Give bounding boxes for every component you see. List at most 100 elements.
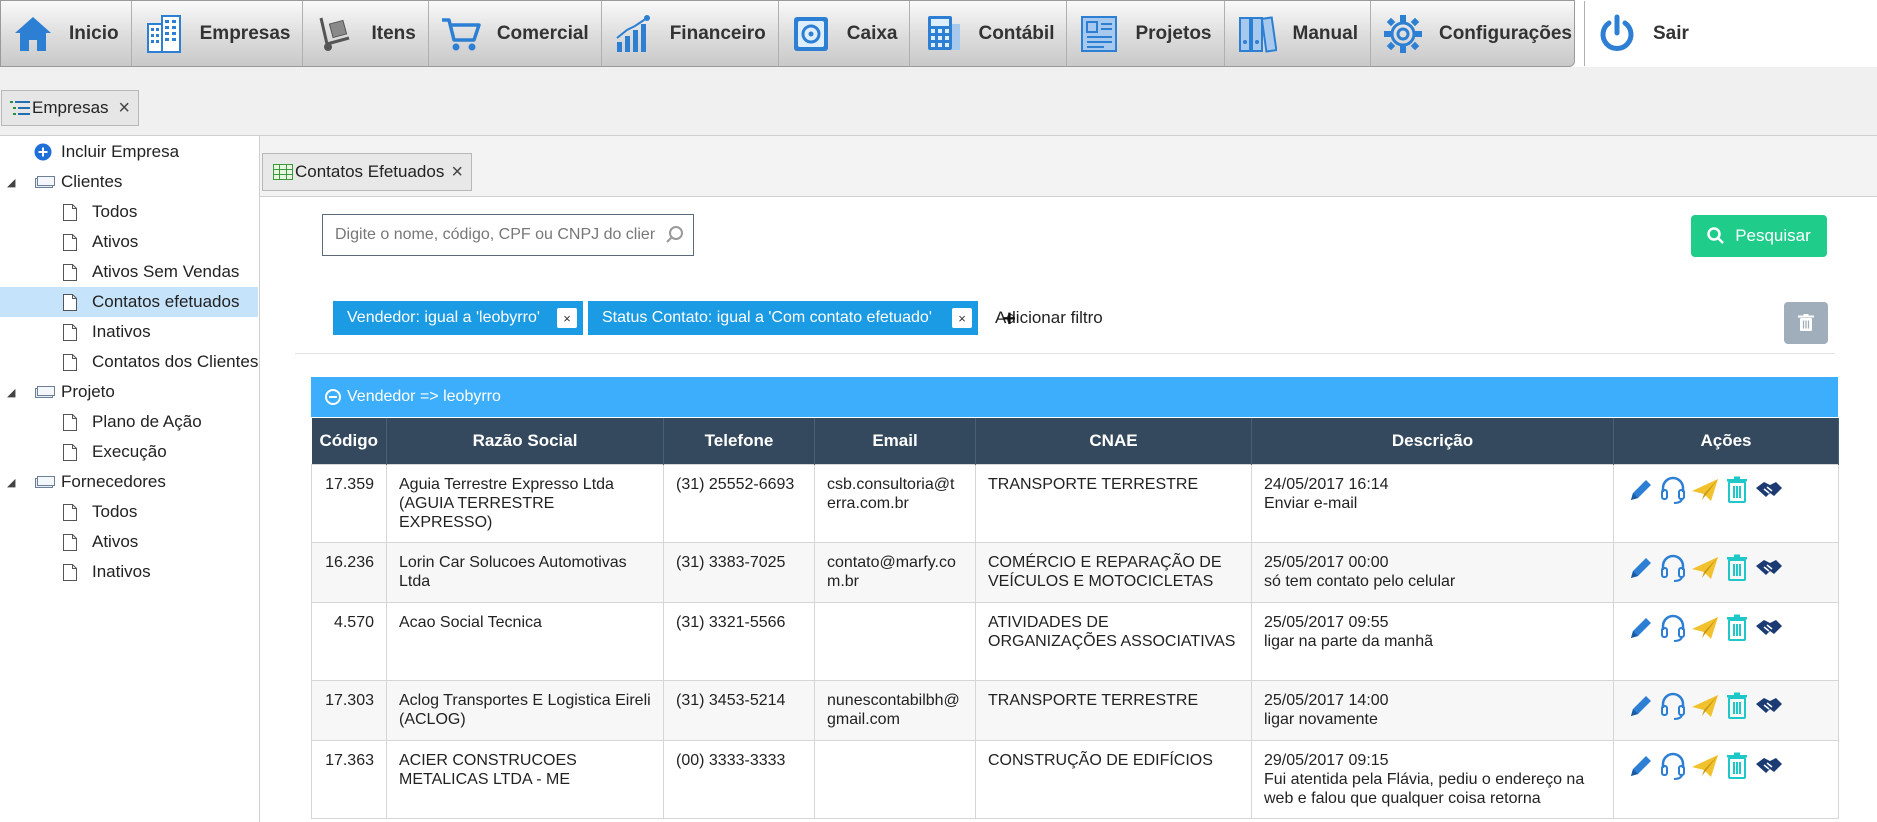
column-header[interactable]: Descrição xyxy=(1251,418,1614,465)
cell-descricao: 25/05/2017 00:00 só tem contato pelo celu… xyxy=(1251,542,1614,603)
sidebar-item-ativos-sem-vendas[interactable]: Ativos Sem Vendas xyxy=(0,257,258,287)
sidebar-item-plano-de-ação[interactable]: Plano de Ação xyxy=(0,407,258,437)
menu-manual[interactable]: Manual xyxy=(1225,1,1371,66)
sidebar-item-ativos[interactable]: Ativos xyxy=(0,227,258,257)
handshake-icon[interactable] xyxy=(1754,691,1784,721)
menu-financeiro[interactable]: Financeiro xyxy=(602,1,779,66)
column-header[interactable]: Razão Social xyxy=(386,418,664,465)
menu-projetos[interactable]: Projetos xyxy=(1067,1,1225,66)
trash-icon[interactable] xyxy=(1722,751,1752,781)
tab-contatos-efetuados[interactable]: Contatos Efetuados × xyxy=(262,153,472,191)
trash-icon[interactable] xyxy=(1722,475,1752,505)
edit-icon[interactable] xyxy=(1626,613,1656,643)
menu-caixa[interactable]: Caixa xyxy=(779,1,911,66)
edit-icon[interactable] xyxy=(1626,553,1656,583)
expand-arrow-icon[interactable]: ◢ xyxy=(7,386,15,399)
handshake-icon[interactable] xyxy=(1754,553,1784,583)
cell-descricao: 25/05/2017 14:00 ligar novamente xyxy=(1251,680,1614,741)
handshake-icon[interactable] xyxy=(1754,613,1784,643)
cell-email xyxy=(814,740,976,819)
table-row[interactable]: 4.570 Acao Social Tecnica (31) 3321-5566 AT… xyxy=(311,602,1839,681)
trash-icon[interactable] xyxy=(1722,691,1752,721)
search-icon[interactable] xyxy=(665,225,685,250)
filter-chip-label: Status Contato: igual a 'Com contato efe… xyxy=(602,309,932,326)
menu-comercial[interactable]: Comercial xyxy=(429,1,602,66)
cell-codigo: 17.363 xyxy=(311,740,387,819)
sidebar-group-projeto[interactable]: ◢ Projeto xyxy=(0,377,258,407)
close-tab-icon[interactable]: × xyxy=(451,161,463,184)
sidebar-item-inativos[interactable]: Inativos xyxy=(0,557,258,587)
remove-filter-icon[interactable]: × xyxy=(557,308,577,328)
menu-sair[interactable]: Sair xyxy=(1585,1,1701,66)
expand-arrow-icon[interactable]: ◢ xyxy=(7,176,15,189)
expand-arrow-icon[interactable]: ◢ xyxy=(7,476,15,489)
edit-icon[interactable] xyxy=(1626,691,1656,721)
column-header[interactable]: Código xyxy=(311,418,387,465)
cell-telefone: (00) 3333-3333 xyxy=(663,740,815,819)
sidebar-item-ativos[interactable]: Ativos xyxy=(0,527,258,557)
tab-empresas[interactable]: Empresas × xyxy=(1,90,139,126)
menu-label: Manual xyxy=(1292,22,1358,44)
headset-icon[interactable] xyxy=(1658,475,1688,505)
tree-item-label: Todos xyxy=(92,502,138,521)
headset-icon[interactable] xyxy=(1658,613,1688,643)
paper-plane-icon[interactable] xyxy=(1690,691,1720,721)
menu-empresas[interactable]: Empresas xyxy=(132,1,304,66)
sidebar-item-contatos-efetuados[interactable]: Contatos efetuados xyxy=(0,287,258,317)
cell-email xyxy=(814,602,976,681)
search-input[interactable] xyxy=(333,225,657,245)
menu-contabil[interactable]: Contábil xyxy=(910,1,1068,66)
sidebar-tree: Incluir Empresa ◢ Clientes Todos Ativos Ativo… xyxy=(0,136,260,822)
trash-icon[interactable] xyxy=(1722,553,1752,583)
sidebar-item-todos[interactable]: Todos xyxy=(0,497,258,527)
menu-configuracoes[interactable]: Configurações xyxy=(1371,1,1585,66)
tree-item-label: Contatos dos Clientes xyxy=(92,352,259,371)
paper-plane-icon[interactable] xyxy=(1690,475,1720,505)
column-header[interactable]: Telefone xyxy=(663,418,815,465)
sidebar-item-contatos-dos-clientes[interactable]: Contatos dos Clientes xyxy=(0,347,258,377)
trash-icon[interactable] xyxy=(1722,613,1752,643)
tree-item-label: Inativos xyxy=(92,322,151,341)
sidebar-item-execução[interactable]: Execução xyxy=(0,437,258,467)
group-header[interactable]: Vendedor => leobyrro xyxy=(311,377,1838,417)
headset-icon[interactable] xyxy=(1658,553,1688,583)
tree-item-label: Projeto xyxy=(61,382,115,401)
headset-icon[interactable] xyxy=(1658,751,1688,781)
menu-label: Sair xyxy=(1653,22,1689,44)
table-row[interactable]: 17.303 Aclog Transportes E Logistica Eire… xyxy=(311,680,1839,741)
column-header[interactable]: Ações xyxy=(1613,418,1839,465)
shopping-cart-icon xyxy=(439,12,483,56)
sidebar-group-fornecedores[interactable]: ◢ Fornecedores xyxy=(0,467,258,497)
menu-itens[interactable]: Itens xyxy=(303,1,429,66)
cell-razao-social: Lorin Car Solucoes Automotivas Ltda xyxy=(386,542,664,603)
menu-inicio[interactable]: Inicio xyxy=(1,1,132,66)
remove-filter-icon[interactable]: × xyxy=(952,308,972,328)
collapse-group-icon[interactable] xyxy=(325,389,341,405)
column-header[interactable]: Email xyxy=(814,418,976,465)
headset-icon[interactable] xyxy=(1658,691,1688,721)
home-icon xyxy=(11,12,55,56)
column-header[interactable]: CNAE xyxy=(975,418,1252,465)
contact-datetime: 25/05/2017 14:00 xyxy=(1264,692,1389,709)
sidebar-group-clientes[interactable]: ◢ Clientes xyxy=(0,167,258,197)
handshake-icon[interactable] xyxy=(1754,751,1784,781)
sidebar-item-todos[interactable]: Todos xyxy=(0,197,258,227)
paper-plane-icon[interactable] xyxy=(1690,751,1720,781)
paper-plane-icon[interactable] xyxy=(1690,613,1720,643)
clear-filters-button[interactable] xyxy=(1784,302,1828,344)
table-row[interactable]: 17.363 ACIER CONSTRUCOES METALICAS LTDA -… xyxy=(311,740,1839,819)
table-row[interactable]: 17.359 Aguia Terrestre Expresso Ltda (AGU… xyxy=(311,464,1839,543)
table-row[interactable]: 16.236 Lorin Car Solucoes Automotivas Ltd… xyxy=(311,542,1839,603)
search-button[interactable]: Pesquisar xyxy=(1691,215,1827,257)
edit-icon[interactable] xyxy=(1626,751,1656,781)
sidebar-item-incluir-empresa[interactable]: Incluir Empresa xyxy=(0,137,258,167)
search-button-label: Pesquisar xyxy=(1735,226,1811,245)
trash-icon xyxy=(1798,314,1814,332)
paper-plane-icon[interactable] xyxy=(1690,553,1720,583)
sidebar-item-inativos[interactable]: Inativos xyxy=(0,317,258,347)
contact-description: ligar novamente xyxy=(1264,711,1378,728)
filter-chip-status: Status Contato: igual a 'Com contato efe… xyxy=(588,301,978,335)
handshake-icon[interactable] xyxy=(1754,475,1784,505)
close-tab-icon[interactable]: × xyxy=(118,97,130,120)
edit-icon[interactable] xyxy=(1626,475,1656,505)
